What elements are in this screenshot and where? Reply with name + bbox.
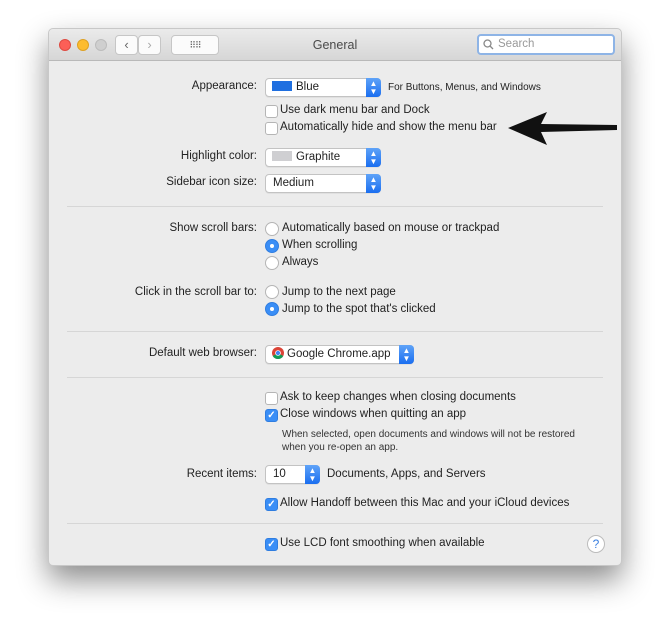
appearance-label: Appearance: — [191, 80, 257, 92]
blue-swatch — [272, 81, 292, 91]
dark-menu-checkbox[interactable] — [265, 105, 278, 118]
close-windows-note: When selected, open documents and window… — [282, 428, 575, 454]
title-bar: ‹ › ⠿⠿ General Search — [49, 29, 621, 61]
click-scroll-label: Click in the scroll bar to: — [134, 286, 257, 298]
sidebar-size-label: Sidebar icon size: — [166, 176, 257, 188]
jump-next-page-radio[interactable] — [265, 285, 279, 299]
browser-value: Google Chrome.app — [287, 348, 391, 360]
handoff-checkbox[interactable]: ✓ — [265, 498, 278, 511]
divider — [67, 331, 603, 332]
jump-spot-radio[interactable] — [265, 302, 279, 316]
jump-next-page-label: Jump to the next page — [282, 286, 396, 298]
graphite-swatch — [272, 151, 292, 161]
sidebar-size-value: Medium — [273, 177, 314, 189]
arrow-annotation-icon — [508, 112, 617, 145]
highlight-label: Highlight color: — [180, 150, 257, 162]
chevron-updown-icon: ▲ ▼ — [366, 78, 381, 97]
divider — [67, 523, 603, 524]
scroll-when-scrolling-label: When scrolling — [282, 239, 358, 251]
highlight-value: Graphite — [296, 151, 341, 163]
auto-hide-checkbox[interactable] — [265, 122, 278, 135]
scroll-always-label: Always — [282, 256, 319, 268]
highlight-popup[interactable]: Graphite ▲ ▼ — [265, 148, 381, 167]
search-placeholder: Search — [498, 38, 535, 50]
recent-items-value: 10 — [273, 468, 286, 480]
lcd-smoothing-checkbox[interactable]: ✓ — [265, 538, 278, 551]
recent-items-suffix: Documents, Apps, and Servers — [327, 468, 486, 480]
help-button[interactable]: ? — [587, 535, 605, 553]
auto-hide-label: Automatically hide and show the menu bar — [280, 121, 497, 133]
dark-menu-label: Use dark menu bar and Dock — [280, 104, 430, 116]
handoff-label: Allow Handoff between this Mac and your … — [280, 497, 570, 509]
appearance-popup[interactable]: Blue ▲ ▼ — [265, 78, 381, 97]
scroll-always-radio[interactable] — [265, 256, 279, 270]
chrome-icon — [272, 347, 284, 360]
chevron-updown-icon: ▲ ▼ — [305, 465, 320, 484]
scroll-bars-label: Show scroll bars: — [169, 222, 257, 234]
appearance-value: Blue — [296, 81, 320, 93]
browser-label: Default web browser: — [148, 347, 257, 359]
lcd-smoothing-label: Use LCD font smoothing when available — [280, 537, 485, 549]
jump-spot-label: Jump to the spot that's clicked — [282, 303, 436, 315]
ask-keep-label: Ask to keep changes when closing documen… — [280, 391, 516, 403]
recent-items-popup[interactable]: 10 ▲ ▼ — [265, 465, 320, 484]
browser-popup[interactable]: Google Chrome.app ▲ ▼ — [265, 345, 414, 364]
divider — [67, 377, 603, 378]
sidebar-size-popup[interactable]: Medium ▲ ▼ — [265, 174, 381, 193]
appearance-hint: For Buttons, Menus, and Windows — [388, 82, 541, 93]
recent-items-label: Recent items: — [186, 468, 257, 480]
ask-keep-checkbox[interactable] — [265, 392, 278, 405]
divider — [67, 206, 603, 207]
scroll-auto-radio[interactable] — [265, 222, 279, 236]
search-icon — [483, 39, 494, 50]
chevron-updown-icon: ▲ ▼ — [366, 174, 381, 193]
close-windows-checkbox[interactable]: ✓ — [265, 409, 278, 422]
chevron-updown-icon: ▲ ▼ — [399, 345, 414, 364]
scroll-when-scrolling-radio[interactable] — [265, 239, 279, 253]
close-windows-label: Close windows when quitting an app — [280, 408, 467, 420]
note-line: when you re-open an app. — [282, 442, 399, 453]
chevron-updown-icon: ▲ ▼ — [366, 148, 381, 167]
note-line: When selected, open documents and window… — [282, 429, 575, 440]
search-input[interactable]: Search — [477, 34, 615, 55]
scroll-auto-label: Automatically based on mouse or trackpad — [282, 222, 500, 234]
